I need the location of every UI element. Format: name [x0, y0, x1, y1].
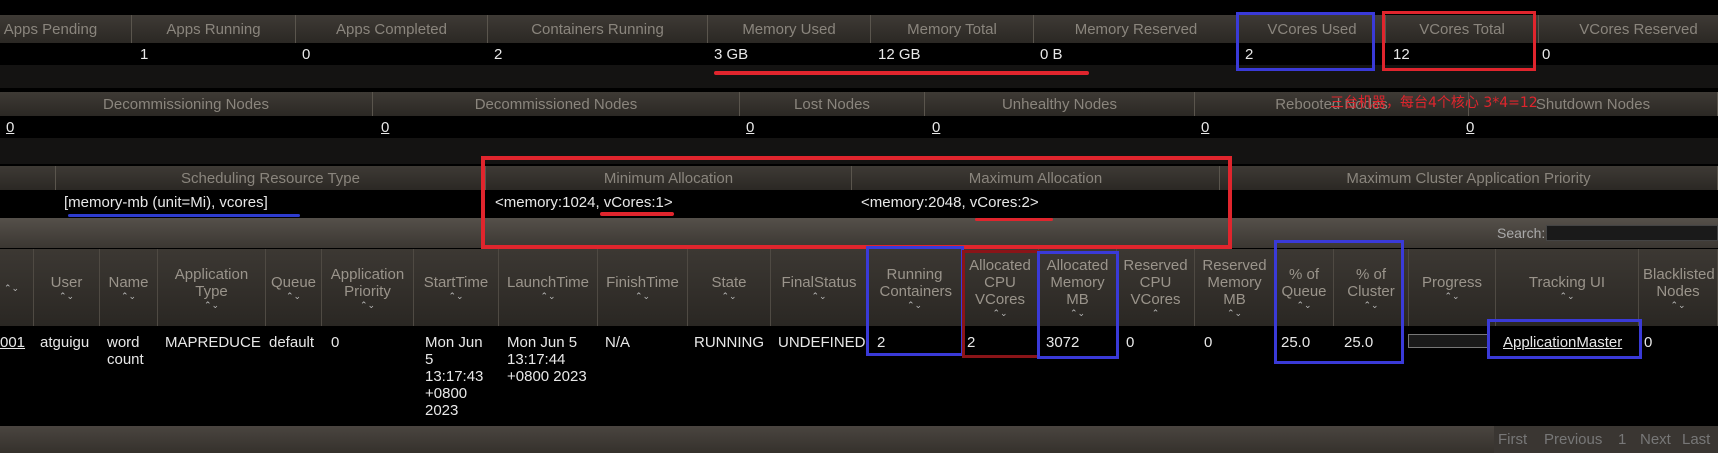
annotation-box-allocated-memory: [1037, 251, 1119, 359]
th-tracking-ui[interactable]: Tracking UI ⌃⌄: [1496, 249, 1639, 326]
annotation-box-vcores-used: [1236, 12, 1375, 71]
annotation-underline-min-vcores: [600, 212, 674, 216]
th-application-type[interactable]: Application Type ⌃⌄: [158, 249, 266, 326]
cell-starttime: Mon Jun 5 13:17:43 +0800 2023: [425, 334, 484, 419]
th-apps-pending[interactable]: Apps Pending: [0, 15, 132, 43]
val-containers-running: 2: [494, 45, 503, 63]
cell-reserved-vcores: 0: [1126, 334, 1135, 351]
link-shutdown-nodes[interactable]: 0: [1466, 116, 1474, 138]
pagination: First Previous 1 Next Last: [1494, 426, 1718, 453]
th-finishtime[interactable]: FinishTime ⌃⌄: [598, 249, 688, 326]
th-memory-total[interactable]: Memory Total: [871, 15, 1034, 43]
th-id[interactable]: ⌃⌄: [0, 249, 34, 326]
cell-finalstatus: UNDEFINED: [778, 334, 866, 351]
th-memory-used[interactable]: Memory Used: [708, 15, 871, 43]
th-containers-running[interactable]: Containers Running: [488, 15, 708, 43]
cell-launchtime: Mon Jun 5 13:17:44 +0800 2023: [507, 334, 587, 385]
link-lost-nodes[interactable]: 0: [746, 116, 754, 138]
table-row: 001 atguigu word count MAPREDUCE default…: [0, 326, 1718, 424]
val-scheduling-resource-type: [memory-mb (unit=Mi), vcores]: [64, 193, 268, 211]
annotation-box-running-containers: [866, 246, 964, 356]
annotation-box-allocation: [481, 156, 1232, 249]
page-first[interactable]: First: [1498, 426, 1527, 453]
link-decommissioning-nodes[interactable]: 0: [6, 116, 14, 138]
page-1[interactable]: 1: [1618, 426, 1626, 453]
search-input[interactable]: [1546, 225, 1718, 241]
val-apps-completed: 0: [302, 45, 311, 63]
cell-state: RUNNING: [694, 334, 764, 351]
th-queue[interactable]: Queue ⌃⌄: [266, 249, 322, 326]
th-scheduling-resource-type[interactable]: Scheduling Resource Type: [56, 166, 486, 190]
th-name[interactable]: Name ⌃⌄: [100, 249, 158, 326]
val-memory-reserved: 0 B: [1040, 45, 1063, 63]
val-memory-used: 3 GB: [714, 45, 749, 63]
th-apps-running[interactable]: Apps Running: [132, 15, 296, 43]
cell-finishtime: N/A: [605, 334, 631, 351]
th-memory-reserved[interactable]: Memory Reserved: [1034, 15, 1239, 43]
th-state[interactable]: State ⌃⌄: [688, 249, 771, 326]
cell-queue: default: [269, 334, 315, 351]
annotation-underline-max-vcores: [975, 218, 1053, 221]
th-user[interactable]: User ⌃⌄: [34, 249, 100, 326]
annotation-box-allocated-vcores: [962, 250, 1040, 358]
th-lost-nodes[interactable]: Lost Nodes: [740, 92, 925, 116]
annotation-box-pct-queue-cluster: [1274, 240, 1404, 364]
val-memory-total: 12 GB: [878, 45, 921, 63]
val-vcores-reserved: 0: [1542, 45, 1551, 63]
page-last[interactable]: Last: [1682, 426, 1710, 453]
progress-bar: [1408, 334, 1490, 348]
node-metrics-values: 0 0 0 0 0 0: [0, 116, 1718, 138]
cell-reserved-memory: 0: [1204, 334, 1213, 351]
link-rebooted-nodes[interactable]: 0: [1201, 116, 1209, 138]
annotation-underline-memory: [714, 71, 1089, 75]
link-unhealthy-nodes[interactable]: 0: [932, 116, 940, 138]
th-reserved-memory-mb[interactable]: Reserved Memory MB ⌃⌄: [1195, 249, 1275, 326]
apps-table-header: ⌃⌄ User ⌃⌄ Name ⌃⌄ Application Type ⌃⌄ Queu…: [0, 249, 1718, 326]
annotation-note: 三台机器，每台4个核心 3*4=12: [1330, 95, 1538, 111]
th-blank: [0, 166, 56, 190]
cell-type: MAPREDUCE: [165, 334, 261, 351]
th-vcores-reserved[interactable]: VCores Reserved: [1539, 15, 1718, 43]
cell-priority: 0: [331, 334, 340, 351]
pagination-bar: First Previous 1 Next Last: [0, 426, 1718, 453]
th-launchtime[interactable]: LaunchTime ⌃⌄: [499, 249, 598, 326]
th-blacklisted-nodes[interactable]: Blacklisted Nodes ⌃⌄: [1639, 249, 1718, 326]
th-starttime[interactable]: StartTime ⌃⌄: [414, 249, 499, 326]
th-apps-completed[interactable]: Apps Completed: [296, 15, 488, 43]
annotation-box-tracking-ui: [1487, 319, 1642, 359]
cell-name: word count: [107, 334, 144, 368]
th-decommissioning-nodes[interactable]: Decommissioning Nodes: [0, 92, 373, 116]
page-next[interactable]: Next: [1640, 426, 1671, 453]
cell-user: atguigu: [40, 334, 90, 351]
page-previous[interactable]: Previous: [1544, 426, 1602, 453]
th-decommissioned-nodes[interactable]: Decommissioned Nodes: [373, 92, 740, 116]
val-apps-running: 1: [140, 45, 149, 63]
th-application-priority[interactable]: Application Priority ⌃⌄: [322, 249, 414, 326]
th-max-cluster-app-priority[interactable]: Maximum Cluster Application Priority: [1220, 166, 1718, 190]
annotation-underline-resource-type: [68, 214, 300, 217]
link-decommissioned-nodes[interactable]: 0: [381, 116, 389, 138]
th-finalstatus[interactable]: FinalStatus ⌃⌄: [771, 249, 868, 326]
search-label: Search:: [1497, 225, 1546, 241]
th-unhealthy-nodes[interactable]: Unhealthy Nodes: [925, 92, 1195, 116]
th-progress[interactable]: Progress ⌃⌄: [1409, 249, 1496, 326]
th-reserved-cpu-vcores[interactable]: Reserved CPU VCores ⌃: [1117, 249, 1195, 326]
cell-blacklisted: 0: [1644, 334, 1653, 351]
annotation-box-vcores-total: [1382, 11, 1536, 71]
app-id-link[interactable]: 001: [0, 326, 25, 351]
